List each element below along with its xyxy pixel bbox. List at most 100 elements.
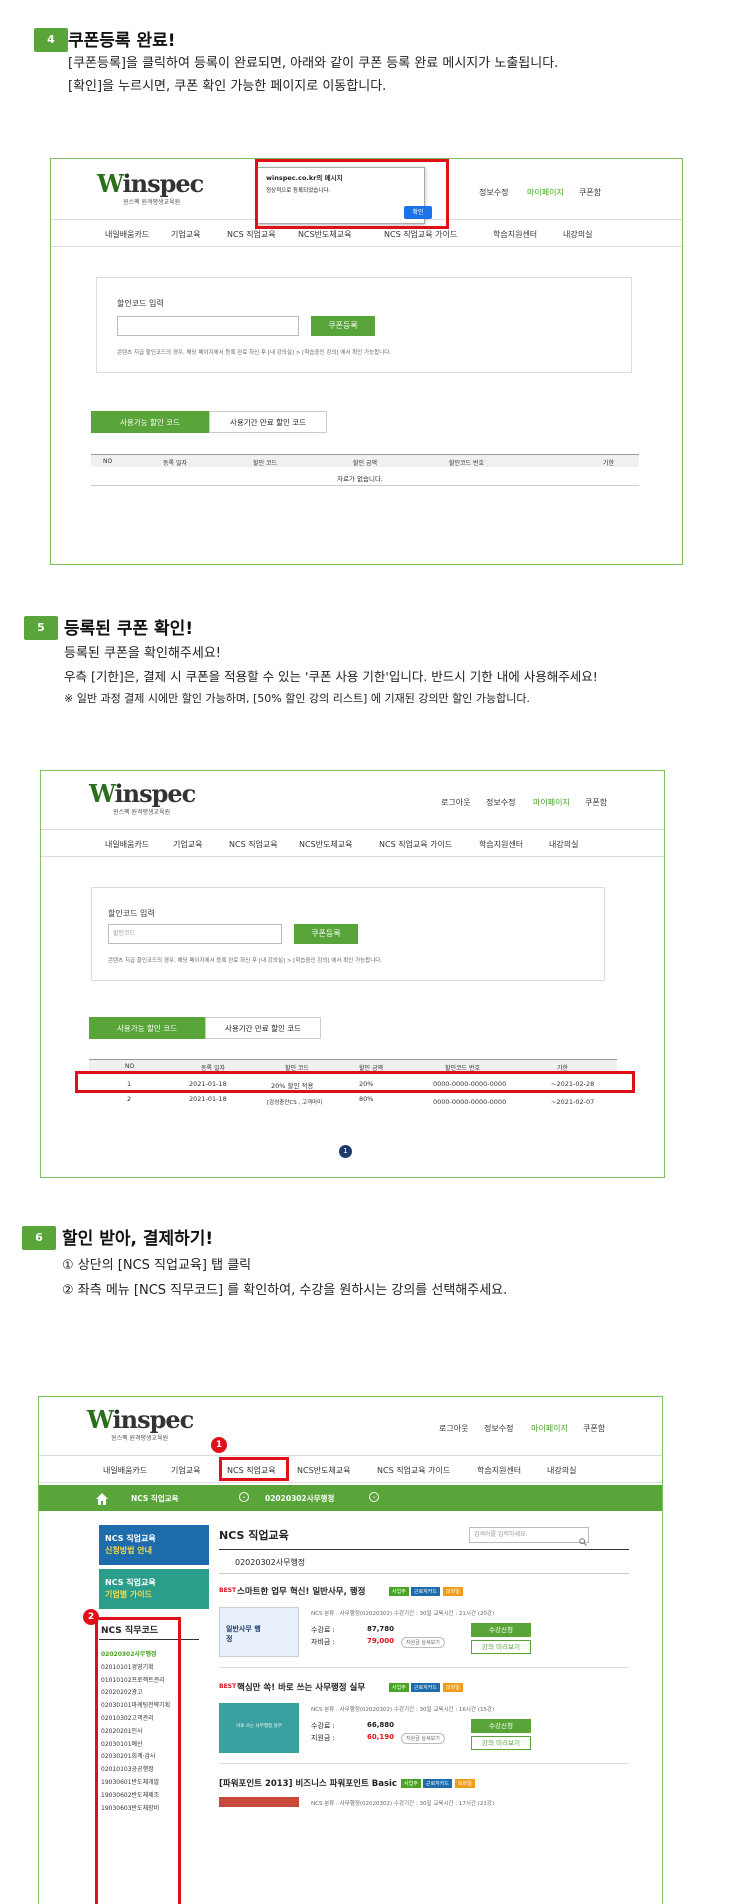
- nav-my-classroom[interactable]: 내강의실: [549, 839, 578, 850]
- step5-number: 5: [24, 616, 58, 640]
- row2-date: 2021-01-18: [189, 1095, 227, 1103]
- tag-worker-card: 근로자카드: [411, 1587, 441, 1596]
- screenshot-ncs-course-list: Winspec 윈스펙 원격평생교육원 로그아웃 정보수정 마이페이지 쿠폰함 …: [38, 1396, 663, 1904]
- course1-preview-button[interactable]: 강의 미리보기: [471, 1640, 531, 1654]
- course2-enroll-button[interactable]: 수강신청: [471, 1719, 531, 1733]
- nav-ncs-guide[interactable]: NCS 직업교육 가이드: [384, 229, 457, 240]
- link-coupon-box[interactable]: 쿠폰함: [579, 187, 601, 198]
- coupon-input-box: 할인코드 입력 할인코드 쿠폰등록 콘텐츠 지급 할인코드의 경우, 해당 페이…: [91, 887, 605, 981]
- tag-worker-card: 근로자카드: [423, 1779, 453, 1788]
- empty-table-message: 자료가 없습니다.: [337, 475, 383, 483]
- banner2-line2: 기업별 가이드: [105, 1590, 152, 1599]
- logo-subtitle: 윈스펙 원격평생교육원: [113, 809, 171, 816]
- th-no: NO: [125, 1063, 135, 1070]
- nav-corporate[interactable]: 기업교육: [171, 229, 200, 240]
- coupon-input[interactable]: 할인코드: [108, 924, 282, 944]
- tab-available-codes[interactable]: 사용가능 할인 코드: [89, 1017, 205, 1039]
- link-info-edit[interactable]: 정보수정: [479, 187, 508, 198]
- nav-ncs[interactable]: NCS 직업교육: [229, 839, 278, 850]
- tag-employer: 사업주: [389, 1683, 409, 1692]
- row2-code: [감성충만CS , 고객마미: [267, 1100, 323, 1106]
- nav-tomorrow-card[interactable]: 내일배움카드: [105, 839, 149, 850]
- screenshot-registered-coupons: Winspec 윈스펙 원격평생교육원 로그아웃 정보수정 마이페이지 쿠폰함 …: [40, 770, 665, 1178]
- search-input[interactable]: 검색어를 입력하세요.: [469, 1527, 589, 1543]
- course2-support: 60,190: [367, 1733, 395, 1741]
- course1-support: 79,000: [367, 1637, 395, 1645]
- site-logo[interactable]: Winspec: [97, 169, 204, 198]
- nav-support[interactable]: 학습지원센터: [493, 229, 537, 240]
- nav-support[interactable]: 학습지원센터: [477, 1465, 521, 1476]
- nav-tomorrow-card[interactable]: 내일배움카드: [105, 229, 149, 240]
- course1-enroll-button[interactable]: 수강신청: [471, 1623, 531, 1637]
- site-logo[interactable]: Winspec: [87, 1405, 194, 1434]
- link-coupon-box[interactable]: 쿠폰함: [583, 1423, 605, 1434]
- course3-meta: NCS 분류 : 사무행정(02020302) 수강기간 : 30일 교육시간 …: [311, 1801, 495, 1807]
- course2-support-detail[interactable]: 지원금 상세보기: [401, 1733, 445, 1744]
- nav-ncs[interactable]: NCS 직업교육: [227, 229, 276, 240]
- course3-title[interactable]: [파워포인트 2013] 비즈니스 파워포인트 Basic: [219, 1777, 397, 1789]
- nav-my-classroom[interactable]: 내강의실: [547, 1465, 576, 1476]
- step6-line-2: ② 좌측 메뉴 [NCS 직무코드] 를 확인하여, 수강을 원하시는 강의를 …: [62, 1283, 508, 1298]
- site-logo[interactable]: Winspec: [89, 779, 196, 808]
- nav-corporate[interactable]: 기업교육: [173, 839, 202, 850]
- coupon-register-button[interactable]: 쿠폰등록: [311, 316, 375, 336]
- nav-support[interactable]: 학습지원센터: [479, 839, 523, 850]
- course-divider: [219, 1667, 629, 1668]
- nav-ncs-guide[interactable]: NCS 직업교육 가이드: [377, 1465, 450, 1476]
- link-info-edit[interactable]: 정보수정: [484, 1423, 513, 1434]
- tab-expired-codes[interactable]: 사용기간 만료 할인 코드: [205, 1017, 321, 1039]
- breadcrumb-code[interactable]: 02020302사무행정: [265, 1493, 334, 1504]
- course2-thumbnail[interactable]: 바로 쓰는 사무행정 실무: [219, 1703, 299, 1753]
- coupon-table-header: NO 등록 일자 할인 코드 할인 금액 할인코드 번호 기한: [91, 454, 639, 467]
- highlight-alert: [255, 159, 449, 229]
- link-coupon-box[interactable]: 쿠폰함: [585, 797, 607, 808]
- course2-meta: NCS 분류 : 사무행정(02020302) 수강기간 : 30일 교육시간 …: [311, 1707, 495, 1713]
- th-date: 등록 일자: [163, 460, 187, 467]
- nav-ncs-guide[interactable]: NCS 직업교육 가이드: [379, 839, 452, 850]
- search-icon[interactable]: [579, 1531, 587, 1546]
- nav-corporate[interactable]: 기업교육: [171, 1465, 200, 1476]
- course1-thumbnail[interactable]: 일반사무 행정: [219, 1607, 299, 1657]
- course2-preview-button[interactable]: 강의 미리보기: [471, 1736, 531, 1750]
- course1-price: 87,780: [367, 1625, 395, 1633]
- coupon-register-button[interactable]: 쿠폰등록: [294, 924, 358, 944]
- link-info-edit[interactable]: 정보수정: [486, 797, 515, 808]
- tag-employer: 사업주: [389, 1587, 409, 1596]
- tab-expired-codes[interactable]: 사용기간 만료 할인 코드: [209, 411, 327, 433]
- pagination-current[interactable]: 1: [339, 1145, 352, 1158]
- course2-title[interactable]: 핵심만 쏙! 바로 쓰는 사무행정 실무: [237, 1681, 365, 1693]
- link-logout[interactable]: 로그아웃: [441, 797, 470, 808]
- nav-my-classroom[interactable]: 내강의실: [563, 229, 592, 240]
- breadcrumb-ncs[interactable]: NCS 직업교육: [131, 1493, 179, 1504]
- nav-tomorrow-card[interactable]: 내일배움카드: [103, 1465, 147, 1476]
- chevron-down-icon[interactable]: ⌄: [239, 1492, 249, 1502]
- course3-thumbnail[interactable]: [219, 1797, 299, 1807]
- coupon-note: 콘텐츠 지급 할인코드의 경우, 해당 페이지에서 등록 완료 하신 후 [내 …: [108, 958, 383, 964]
- step5-title: 등록된 쿠폰 확인!: [64, 619, 194, 639]
- step5-line-2: 우측 [기한]은, 결제 시 쿠폰을 적용할 수 있는 '쿠폰 사용 기한'입니…: [64, 669, 598, 684]
- tab-available-codes[interactable]: 사용가능 할인 코드: [91, 411, 209, 433]
- tag-mobile: 모바일: [455, 1779, 475, 1788]
- tag-mobile: 모바일: [443, 1587, 463, 1596]
- course1-title[interactable]: 스마트한 업무 혁신! 일반사무, 행정: [237, 1585, 365, 1597]
- link-mypage[interactable]: 마이페이지: [531, 1423, 568, 1434]
- coupon-input[interactable]: [117, 316, 299, 336]
- chevron-down-icon[interactable]: ⌄: [369, 1492, 379, 1502]
- best-label: BEST: [219, 1683, 237, 1690]
- link-logout[interactable]: 로그아웃: [439, 1423, 468, 1434]
- nav-ncs-semi[interactable]: NCS반도체교육: [297, 1465, 350, 1476]
- course1-support-detail[interactable]: 자원금 상세보기: [401, 1637, 445, 1648]
- callout-badge-2: 2: [83, 1609, 99, 1625]
- link-mypage[interactable]: 마이페이지: [533, 797, 570, 808]
- nav-ncs-semi[interactable]: NCS반도체교육: [299, 839, 352, 850]
- step5-line-1: 등록된 쿠폰을 확인해주세요!: [64, 646, 221, 661]
- nav-ncs-semi[interactable]: NCS반도체교육: [298, 229, 351, 240]
- step6-number: 6: [22, 1226, 56, 1250]
- link-mypage[interactable]: 마이페이지: [527, 187, 564, 198]
- row2-serial: 0000-0000-0000-0000: [433, 1098, 507, 1106]
- row2-amount: 80%: [359, 1095, 374, 1103]
- banner-corporate-guide[interactable]: NCS 직업교육 기업별 가이드: [99, 1569, 209, 1609]
- banner-apply-guide[interactable]: NCS 직업교육 신청방법 안내: [99, 1525, 209, 1565]
- home-icon[interactable]: [95, 1491, 109, 1505]
- banner2-line1: NCS 직업교육: [105, 1578, 156, 1587]
